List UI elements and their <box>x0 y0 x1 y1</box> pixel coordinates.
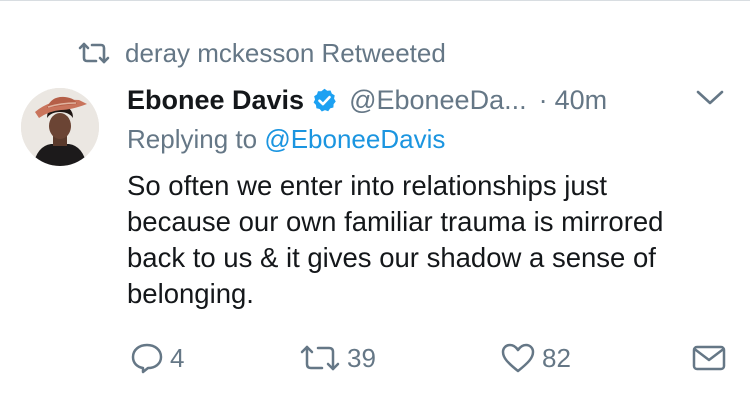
tweet-timestamp[interactable]: 40m <box>555 85 608 116</box>
envelope-icon <box>692 344 726 372</box>
verified-badge-icon <box>311 87 338 114</box>
reply-button[interactable]: 4 <box>130 336 184 380</box>
tweet-text-line: belonging. <box>127 278 254 309</box>
retweet-count: 39 <box>347 342 376 373</box>
like-button[interactable]: 82 <box>500 336 571 380</box>
tweet-text-line: because our own familiar trauma is mirro… <box>127 206 664 237</box>
tweet-text: So often we enter into relationships jus… <box>127 168 737 312</box>
reply-icon <box>130 341 164 375</box>
replying-to-prefix: Replying to <box>127 124 265 154</box>
retweet-context: deray mckesson Retweeted <box>77 36 446 70</box>
retweet-context-text[interactable]: deray mckesson Retweeted <box>125 38 446 69</box>
direct-message-button[interactable] <box>692 336 726 380</box>
display-name[interactable]: Ebonee Davis <box>127 85 304 116</box>
reply-count: 4 <box>170 342 185 373</box>
heart-icon <box>500 342 536 374</box>
meta-separator: · <box>538 84 548 115</box>
retweet-button[interactable]: 39 <box>299 336 376 380</box>
tweet-header: Ebonee Davis @EboneeDa... · 40m <box>127 82 727 118</box>
tweet-actions: 4 39 82 <box>0 336 750 380</box>
tweet-text-line: So often we enter into relationships jus… <box>127 170 608 201</box>
replying-to-line: Replying to @EboneeDavis <box>127 124 445 155</box>
replying-to-mention[interactable]: @EboneeDavis <box>264 124 445 154</box>
like-count: 82 <box>542 342 571 373</box>
user-handle[interactable]: @EboneeDa... <box>349 85 527 116</box>
retweet-icon <box>299 343 341 373</box>
retweet-icon <box>77 41 111 65</box>
avatar[interactable] <box>21 88 99 166</box>
top-divider <box>0 0 750 1</box>
tweet-text-line: back to us & it gives our shadow a sense… <box>127 242 656 273</box>
chevron-down-icon[interactable] <box>694 88 726 108</box>
